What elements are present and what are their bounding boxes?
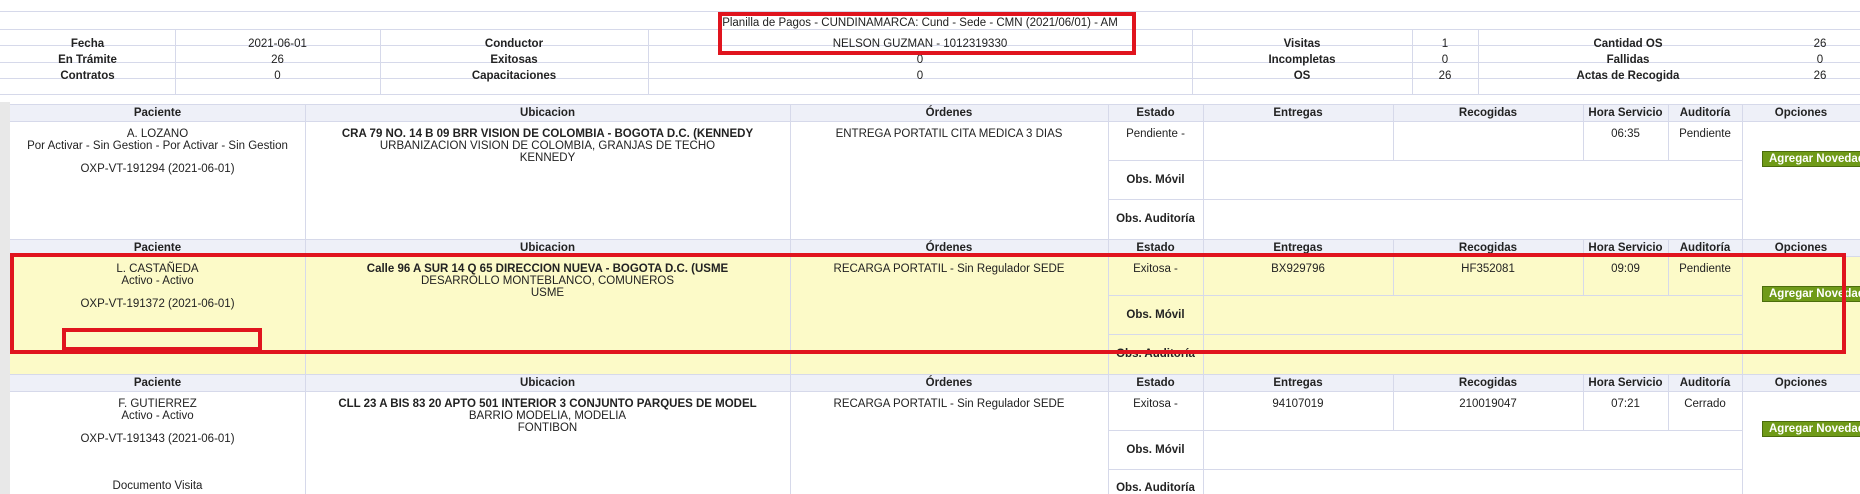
paciente-status: Activo - Activo — [121, 410, 194, 422]
hora-value: 06:35 — [1611, 128, 1640, 140]
header-ordenes: Órdenes — [925, 377, 973, 389]
paciente-name: A. LOZANO — [126, 128, 189, 140]
annotation-box-row — [10, 253, 1846, 354]
header-entregas: Entregas — [1273, 377, 1323, 389]
summary-value-en-tramite: 26 — [271, 54, 284, 66]
header-opciones: Opciones — [1774, 377, 1828, 389]
summary-value-exitosas: 0 — [916, 54, 924, 66]
obs-auditoria-label: Obs. Auditoría — [1116, 213, 1195, 225]
summary-value-contratos: 0 — [274, 70, 281, 82]
hora-value: 07:21 — [1611, 398, 1640, 410]
header-opciones: Opciones — [1774, 107, 1828, 119]
estado-value: Exitosa - — [1133, 398, 1178, 410]
summary-label-cantidad-os: Cantidad OS — [1593, 38, 1663, 50]
header-hora-servicio: Hora Servicio — [1588, 107, 1663, 119]
summary-value-capacitaciones: 0 — [916, 70, 924, 82]
summary-value-visitas: 1 — [1441, 38, 1449, 50]
header-recogidas: Recogidas — [1458, 107, 1518, 119]
auditoria-value: Cerrado — [1684, 398, 1726, 410]
ubicacion-line2: URBANIZACION VISION DE COLOMBIA, GRANJAS… — [379, 140, 716, 152]
agregar-novedad-button[interactable]: Agregar Novedad — [1762, 421, 1860, 437]
paciente-code[interactable]: OXP-VT-191343 (2021-06-01) — [10, 433, 305, 445]
summary-value-os: 26 — [1438, 70, 1452, 82]
orden-value: ENTREGA PORTATIL CITA MEDICA 3 DIAS — [835, 128, 1063, 140]
entregas-value: 94107019 — [1272, 398, 1324, 410]
header-hora-servicio: Hora Servicio — [1588, 377, 1663, 389]
paciente-status: Por Activar - Sin Gestion - Por Activar … — [27, 140, 288, 152]
estado-value: Pendiente - — [1126, 128, 1185, 140]
header-recogidas: Recogidas — [1458, 377, 1518, 389]
header-auditoria: Auditoría — [1679, 107, 1731, 119]
ubicacion-line1: CRA 79 NO. 14 B 09 BRR VISION DE COLOMBI… — [341, 128, 754, 140]
summary-label-contratos: Contratos — [60, 70, 115, 82]
header-estado: Estado — [1136, 377, 1175, 389]
summary-label-actas: Actas de Recogida — [1576, 70, 1680, 82]
header-paciente: Paciente — [133, 107, 182, 119]
header-ubicacion: Ubicacion — [520, 107, 575, 119]
documento-visita-link[interactable]: Documento Visita — [10, 480, 305, 492]
orden-value: RECARGA PORTATIL - Sin Regulador SEDE — [833, 398, 1065, 410]
summary-value-cantidad-os: 26 — [1813, 38, 1827, 50]
summary-label-capacitaciones: Capacitaciones — [471, 70, 557, 82]
obs-movil-label: Obs. Móvil — [1126, 444, 1185, 456]
ubicacion-line1: CLL 23 A BIS 83 20 APTO 501 INTERIOR 3 C… — [338, 398, 757, 410]
summary-label-exitosas: Exitosas — [490, 54, 538, 66]
summary-label-fecha: Fecha — [70, 38, 105, 50]
obs-movil-label: Obs. Móvil — [1126, 174, 1185, 186]
header-auditoria: Auditoría — [1679, 377, 1731, 389]
header-paciente: Paciente — [133, 377, 182, 389]
header-ordenes: Órdenes — [925, 107, 973, 119]
summary-label-visitas: Visitas — [1283, 38, 1321, 50]
ubicacion-line3: FONTIBON — [517, 422, 578, 434]
annotation-box-title — [718, 12, 1136, 55]
paciente-name: F. GUTIERREZ — [118, 398, 197, 410]
recogidas-value: 210019047 — [1459, 398, 1517, 410]
ubicacion-line3: KENNEDY — [519, 152, 576, 164]
summary-value-actas: 26 — [1813, 70, 1827, 82]
auditoria-value: Pendiente — [1679, 128, 1731, 140]
summary-label-incompletas: Incompletas — [1268, 54, 1336, 66]
ubicacion-line2: BARRIO MODELIA, MODELIA — [468, 410, 627, 422]
header-estado: Estado — [1136, 107, 1175, 119]
summary-value-fallidas: 0 — [1816, 54, 1824, 66]
summary-label-en-tramite: En Trámite — [58, 54, 117, 66]
summary-label-fallidas: Fallidas — [1606, 54, 1650, 66]
agregar-novedad-button[interactable]: Agregar Novedad — [1762, 151, 1860, 167]
summary-value-incompletas: 0 — [1441, 54, 1449, 66]
annotation-box-small — [62, 328, 262, 351]
obs-auditoria-label: Obs. Auditoría — [1116, 482, 1195, 494]
header-ubicacion: Ubicacion — [520, 377, 575, 389]
header-entregas: Entregas — [1273, 107, 1323, 119]
left-gutter — [0, 102, 10, 494]
paciente-code[interactable]: OXP-VT-191294 (2021-06-01) — [10, 163, 305, 175]
summary-label-os: OS — [1293, 70, 1311, 82]
summary-label-conductor: Conductor — [484, 38, 544, 50]
summary-value-fecha: 2021-06-01 — [248, 38, 307, 50]
